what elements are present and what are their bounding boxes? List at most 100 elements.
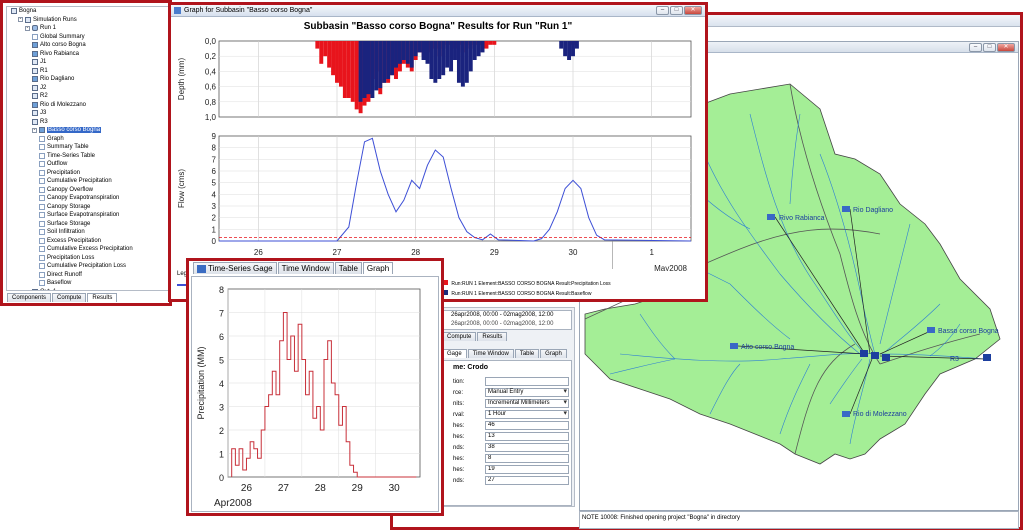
tree-node-label: Out_1 [40,289,56,290]
tab-time-window[interactable]: Time Window [467,349,514,358]
precip-tick-label: 8 [219,285,224,295]
tab-time-series-gage[interactable]: Time-Series Gage [193,262,277,274]
tree-node[interactable]: Canopy Storage [11,203,169,212]
maximize-icon[interactable]: □ [670,6,683,15]
tree-node-label: Basso corso Bogna [47,127,102,134]
field-input[interactable]: 13 [485,432,569,441]
tree-node[interactable]: Canopy Overflow [11,186,169,195]
tree-node[interactable]: - Basso corso Bogna [11,126,169,135]
res-icon [39,135,45,142]
tree-node-label: Excess Precipitation [47,237,102,244]
tree-node[interactable]: R3 [11,118,169,127]
tree-node[interactable]: Alto corso Bogna [11,41,169,50]
res-icon [39,169,45,176]
tree-node[interactable]: - Simulation Runs [11,16,169,25]
close-icon[interactable]: ✕ [684,6,702,15]
tree-node[interactable]: Summary Table [11,143,169,152]
tree-node[interactable]: Cumulative Precipitation [11,177,169,186]
field-dropdown[interactable]: 1 Hour [485,410,569,419]
tab-table[interactable]: Table [334,262,362,274]
expand-toggle-icon[interactable]: - [25,25,30,31]
tree-node[interactable]: J2 [11,84,169,93]
res-icon [39,271,45,278]
tree-node-label: Precipitation Loss [47,254,95,261]
precip-x-tick-label: 26 [241,483,253,494]
tree-node[interactable]: Bogna [11,7,169,16]
tree-node-label: Cumulative Precipitation [47,178,112,185]
tree-node[interactable]: R1 [11,67,169,76]
loss-bar [437,41,442,79]
precipitation-chart[interactable]: 0 1 2 3 4 5 6 7 8 Precipitation (MM) 26 27 28 29 30 Apr… [192,277,438,511]
field-input[interactable]: 46 [485,421,569,430]
tree-node[interactable]: Graph [11,135,169,144]
expand-toggle-icon[interactable]: - [32,127,37,133]
tree-node[interactable]: Excess Precipitation [11,237,169,246]
tree-node[interactable]: Canopy Evapotranspiration [11,194,169,203]
tab-time-window[interactable]: Time Window [277,262,334,274]
tree-node[interactable]: J3 [11,109,169,118]
tree-node[interactable]: Surface Evapotranspiration [11,211,169,220]
res-icon [39,212,45,219]
subbasin-icon [767,214,775,220]
tab-table[interactable]: Table [514,349,540,358]
field-input[interactable]: 27 [485,476,569,485]
legend-label: Run:RUN 1 Element:BASSO CORSO BOGNA Resu… [451,291,592,297]
tree-node[interactable]: Out_1 [11,288,169,290]
tab-compute[interactable]: Compute [442,332,477,341]
tree-node-label: Outflow [47,161,68,168]
tree-node[interactable]: Rivo Rabianca [11,50,169,59]
field-input[interactable]: 19 [485,465,569,474]
minimize-icon[interactable]: – [969,43,982,52]
tree-node[interactable]: J1 [11,58,169,67]
tree-node[interactable]: Rio Dagliano [11,75,169,84]
precip-bar [492,41,497,45]
tree-node[interactable]: Global Summary [11,33,169,42]
tab-graph[interactable]: Graph [540,349,567,358]
tab-gage[interactable]: Gage [442,349,467,358]
flow-tick-label: 7 [212,155,217,164]
subbasin-chart[interactable]: 0,0 0,2 0,4 0,6 0,8 1,0 0 1 2 3 4 5 6 7 8 9 Depth (mm) Fl… [171,31,705,271]
field-label: nds: [453,477,465,484]
tree-node[interactable]: Precipitation [11,169,169,178]
tab-components[interactable]: Components [7,293,52,302]
field-dropdown[interactable]: Incremental Millimeters [485,399,569,408]
field-input[interactable]: 8 [485,454,569,463]
graph-window-icon [174,7,181,14]
tree-node[interactable]: Surface Storage [11,220,169,229]
close-icon[interactable]: ✕ [997,43,1015,52]
tree-node-label: Soil Infiltration [47,229,85,236]
tree-node[interactable]: Time-Series Table [11,152,169,161]
tab-results[interactable]: Results [477,332,508,341]
tree-node[interactable]: Precipitation Loss [11,254,169,263]
tree-node-label: J1 [40,59,47,66]
maximize-icon[interactable]: □ [983,43,996,52]
tree-node[interactable]: R2 [11,92,169,101]
tab-results[interactable]: Results [87,293,118,302]
field-dropdown[interactable]: Manual Entry [485,388,569,397]
watershed-tree[interactable]: Bogna - Simulation Runs - Run 1 Global Summar… [6,6,170,291]
flow-tick-label: 1 [212,225,217,234]
minimize-icon[interactable]: – [656,6,669,15]
precip-x-tick-label: 29 [352,483,364,494]
time-window-row[interactable]: 26apr2008, 00:00 - 02mag2008, 12:00 [443,311,571,320]
tab-graph[interactable]: Graph [362,262,394,274]
tree-node[interactable]: Cumulative Excess Precipitation [11,245,169,254]
field-input[interactable] [485,377,569,386]
node-icon [32,288,38,290]
loss-bar [405,41,410,64]
tree-node[interactable]: - Run 1 [11,24,169,33]
tree-node[interactable]: Outflow [11,160,169,169]
tree-node[interactable]: Baseflow [11,279,169,288]
res-icon [32,33,38,40]
tab-compute[interactable]: Compute [52,293,87,302]
tree-node[interactable]: Cumulative Precipitation Loss [11,262,169,271]
gage-field-row: nds: 38 [453,442,569,453]
tree-node[interactable]: Soil Infiltration [11,228,169,237]
loss-bar [456,41,461,83]
field-input[interactable]: 38 [485,443,569,452]
tree-node[interactable]: Direct Runoff [11,271,169,280]
tree-node[interactable]: Rio di Molezzano [11,101,169,110]
tree-node-label: Surface Storage [47,220,91,227]
tree-node-label: Bogna [19,8,37,15]
expand-toggle-icon[interactable]: - [18,17,23,23]
